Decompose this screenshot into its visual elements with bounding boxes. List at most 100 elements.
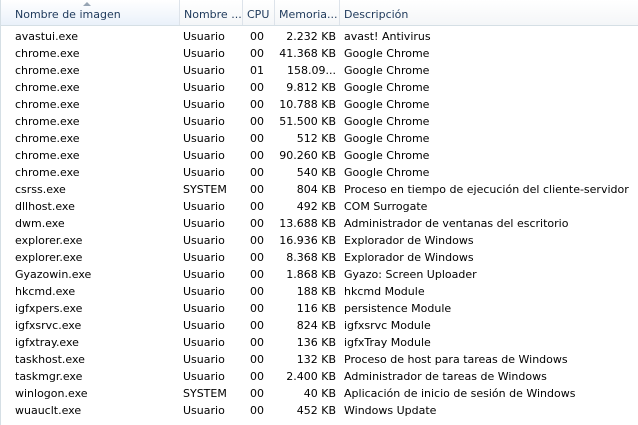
process-name-cell: chrome.exe: [15, 115, 80, 128]
table-row[interactable]: avastui.exe Usuario 00 2.232 KB avast! Antiv…: [1, 28, 638, 45]
cpu-cell: 00: [250, 149, 264, 162]
table-row[interactable]: taskhost.exe Usuario 00 132 KB Proceso de ho…: [1, 351, 638, 368]
cpu-cell: 00: [250, 404, 264, 417]
table-row[interactable]: igfxpers.exe Usuario 00 116 KB persistence M…: [1, 300, 638, 317]
user-name-cell: Usuario: [183, 30, 225, 43]
process-name-cell: winlogon.exe: [15, 387, 88, 400]
description-cell: Google Chrome: [344, 115, 430, 128]
memory-cell: 40 KB: [303, 387, 336, 400]
cpu-cell: 00: [250, 115, 264, 128]
table-row[interactable]: explorer.exe Usuario 00 8.368 KB Explorador …: [1, 249, 638, 266]
column-header-memory[interactable]: Memoria...: [275, 0, 339, 25]
description-cell: Explorador de Windows: [344, 251, 474, 264]
table-row[interactable]: chrome.exe Usuario 00 41.368 KB Google Chrom…: [1, 45, 638, 62]
process-name-cell: csrss.exe: [15, 183, 66, 196]
cpu-cell: 00: [250, 200, 264, 213]
description-cell: Google Chrome: [344, 47, 430, 60]
table-row[interactable]: chrome.exe Usuario 00 540 KB Google Chrome: [1, 164, 638, 181]
description-cell: Administrador de tareas de Windows: [344, 370, 547, 383]
table-row[interactable]: chrome.exe Usuario 01 158.09... Google Chrom…: [1, 62, 638, 79]
table-row[interactable]: igfxsrvc.exe Usuario 00 824 KB igfxsrvc Modu…: [1, 317, 638, 334]
table-row[interactable]: Gyazowin.exe Usuario 00 1.868 KB Gyazo: Scre…: [1, 266, 638, 283]
column-header-image-name[interactable]: Nombre de imagen: [1, 0, 179, 25]
table-row[interactable]: csrss.exe SYSTEM 00 804 KB Proceso en tiempo…: [1, 181, 638, 198]
table-row[interactable]: explorer.exe Usuario 00 16.936 KB Explorador…: [1, 232, 638, 249]
process-name-cell: explorer.exe: [15, 251, 83, 264]
process-name-cell: chrome.exe: [15, 149, 80, 162]
memory-cell: 804 KB: [296, 183, 336, 196]
process-rows: avastui.exe Usuario 00 2.232 KB avast! Antiv…: [1, 28, 638, 419]
memory-cell: 2.232 KB: [286, 30, 336, 43]
cpu-cell: 00: [250, 81, 264, 94]
table-row[interactable]: chrome.exe Usuario 00 9.812 KB Google Chrome: [1, 79, 638, 96]
memory-cell: 8.368 KB: [286, 251, 336, 264]
process-name-cell: Gyazowin.exe: [15, 268, 92, 281]
cpu-cell: 00: [250, 387, 264, 400]
table-row[interactable]: chrome.exe Usuario 00 512 KB Google Chrome: [1, 130, 638, 147]
column-header-user-name[interactable]: Nombre ...: [180, 0, 242, 25]
table-row[interactable]: chrome.exe Usuario 00 90.260 KB Google Chrom…: [1, 147, 638, 164]
cpu-cell: 01: [250, 64, 264, 77]
user-name-cell: Usuario: [183, 81, 225, 94]
memory-cell: 512 KB: [296, 132, 336, 145]
table-row[interactable]: hkcmd.exe Usuario 00 188 KB hkcmd Module: [1, 283, 638, 300]
column-header-cpu[interactable]: CPU: [243, 0, 274, 25]
table-row[interactable]: dwm.exe Usuario 00 13.688 KB Administrador d…: [1, 215, 638, 232]
description-cell: persistence Module: [344, 302, 452, 315]
description-cell: Gyazo: Screen Uploader: [344, 268, 477, 281]
memory-cell: 1.868 KB: [286, 268, 336, 281]
description-cell: Google Chrome: [344, 149, 430, 162]
memory-cell: 824 KB: [296, 319, 336, 332]
column-header-label: CPU: [247, 8, 270, 21]
table-row[interactable]: chrome.exe Usuario 00 10.788 KB Google Chrom…: [1, 96, 638, 113]
memory-cell: 188 KB: [296, 285, 336, 298]
memory-cell: 158.09...: [287, 64, 336, 77]
memory-cell: 51.500 KB: [279, 115, 336, 128]
user-name-cell: Usuario: [183, 302, 225, 315]
description-cell: Google Chrome: [344, 64, 430, 77]
user-name-cell: Usuario: [183, 166, 225, 179]
memory-cell: 452 KB: [296, 404, 336, 417]
table-row[interactable]: chrome.exe Usuario 00 51.500 KB Google Chrom…: [1, 113, 638, 130]
cpu-cell: 00: [250, 166, 264, 179]
table-row[interactable]: winlogon.exe SYSTEM 00 40 KB Aplicación de i…: [1, 385, 638, 402]
process-name-cell: taskmgr.exe: [15, 370, 83, 383]
process-name-cell: igfxpers.exe: [15, 302, 83, 315]
table-row[interactable]: wuauclt.exe Usuario 00 452 KB Windows Update: [1, 402, 638, 419]
cpu-cell: 00: [250, 251, 264, 264]
table-row[interactable]: dllhost.exe Usuario 00 492 KB COM Surrogate: [1, 198, 638, 215]
cpu-cell: 00: [250, 285, 264, 298]
process-name-cell: avastui.exe: [15, 30, 79, 43]
memory-cell: 116 KB: [296, 302, 336, 315]
user-name-cell: Usuario: [183, 285, 225, 298]
description-cell: Administrador de ventanas del escritorio: [344, 217, 569, 230]
process-name-cell: igfxsrvc.exe: [15, 319, 82, 332]
description-cell: Google Chrome: [344, 98, 430, 111]
cpu-cell: 00: [250, 370, 264, 383]
description-cell: hkcmd Module: [344, 285, 425, 298]
cpu-cell: 00: [250, 336, 264, 349]
description-cell: Windows Update: [344, 404, 437, 417]
table-row[interactable]: taskmgr.exe Usuario 00 2.400 KB Administrado…: [1, 368, 638, 385]
user-name-cell: Usuario: [183, 115, 225, 128]
user-name-cell: Usuario: [183, 132, 225, 145]
process-name-cell: taskhost.exe: [15, 353, 85, 366]
user-name-cell: Usuario: [183, 404, 225, 417]
process-name-cell: chrome.exe: [15, 81, 80, 94]
description-cell: COM Surrogate: [344, 200, 428, 213]
user-name-cell: Usuario: [183, 370, 225, 383]
process-name-cell: chrome.exe: [15, 47, 80, 60]
user-name-cell: Usuario: [183, 251, 225, 264]
user-name-cell: Usuario: [183, 200, 225, 213]
user-name-cell: Usuario: [183, 98, 225, 111]
memory-cell: 10.788 KB: [279, 98, 336, 111]
user-name-cell: SYSTEM: [183, 387, 227, 400]
process-name-cell: hkcmd.exe: [15, 285, 76, 298]
cpu-cell: 00: [250, 302, 264, 315]
description-cell: Google Chrome: [344, 166, 430, 179]
table-row[interactable]: igfxtray.exe Usuario 00 136 KB igfxTray Modu…: [1, 334, 638, 351]
process-name-cell: chrome.exe: [15, 64, 80, 77]
description-cell: Proceso en tiempo de ejecución del clien…: [344, 183, 629, 196]
cpu-cell: 00: [250, 30, 264, 43]
column-header-description[interactable]: Descripción: [340, 0, 638, 25]
